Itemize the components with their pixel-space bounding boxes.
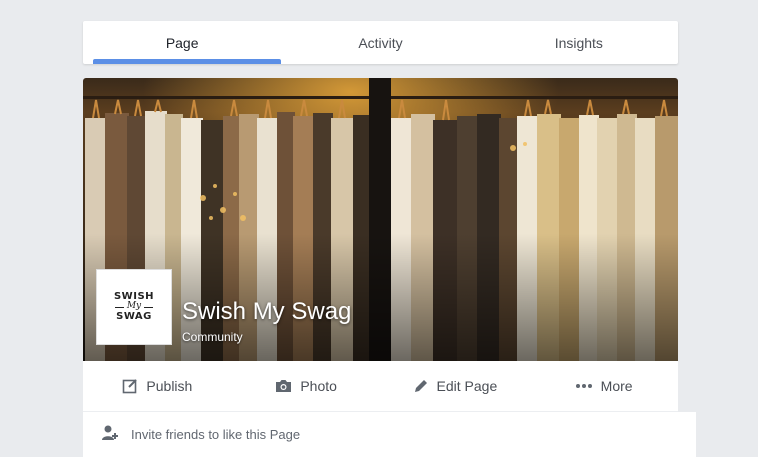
logo-text-bottom: SWAG xyxy=(116,310,152,322)
cover-photo[interactable]: SWISH My SWAG Swish My Swag Community xyxy=(83,78,678,361)
photo-label: Photo xyxy=(300,378,337,394)
page-title[interactable]: Swish My Swag xyxy=(182,298,351,326)
ellipsis-icon xyxy=(575,383,593,389)
page-category[interactable]: Community xyxy=(182,330,243,344)
invite-friends-row[interactable]: Invite friends to like this Page xyxy=(83,412,696,457)
add-person-icon xyxy=(101,424,119,445)
invite-text: Invite friends to like this Page xyxy=(131,427,301,442)
tab-page[interactable]: Page xyxy=(83,21,282,64)
profile-picture[interactable]: SWISH My SWAG xyxy=(96,269,172,345)
pencil-square-icon xyxy=(122,378,138,394)
action-bar: Publish Photo Edit Page More xyxy=(83,361,678,412)
edit-page-button[interactable]: Edit Page xyxy=(381,378,530,394)
camera-icon xyxy=(275,379,292,393)
tab-activity[interactable]: Activity xyxy=(281,21,479,64)
tab-insights-label: Insights xyxy=(554,34,603,51)
pencil-icon xyxy=(413,378,429,394)
tab-page-label: Page xyxy=(165,34,199,51)
more-button[interactable]: More xyxy=(529,378,678,394)
publish-button[interactable]: Publish xyxy=(83,378,232,394)
edit-page-label: Edit Page xyxy=(436,378,498,394)
more-label: More xyxy=(600,378,633,394)
photo-button[interactable]: Photo xyxy=(232,378,381,394)
active-tab-indicator xyxy=(93,59,282,64)
page-tabs: Page Activity Insights xyxy=(83,21,678,64)
cover-image xyxy=(83,78,678,361)
publish-label: Publish xyxy=(146,378,193,394)
tab-insights[interactable]: Insights xyxy=(480,21,678,64)
tab-activity-label: Activity xyxy=(358,34,403,51)
